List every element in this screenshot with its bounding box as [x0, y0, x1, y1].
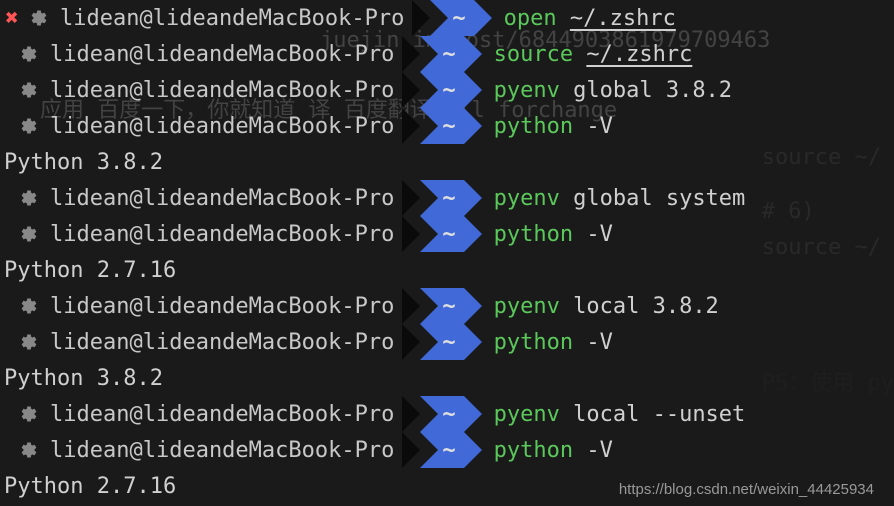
command: python -V	[494, 330, 613, 355]
command-output: Python 2.7.16	[0, 474, 176, 499]
gear-icon	[14, 405, 44, 423]
command-arg: -V	[586, 114, 613, 139]
terminal-output[interactable]: ✖ lidean@lideandeMacBook-Pro ~ open ~/.zshr…	[0, 0, 894, 504]
command-name: python	[494, 114, 573, 139]
command-arg: -V	[586, 222, 613, 247]
terminal-line: ✖ lidean@lideandeMacBook-Pro ~ open ~/.zshr…	[0, 0, 894, 36]
command-arg: global 3.8.2	[573, 78, 732, 103]
prompt-dir: ~	[438, 432, 463, 468]
command-arg: ~/.zshrc	[570, 6, 676, 31]
prompt-dir: ~	[438, 180, 463, 216]
gear-icon	[24, 9, 54, 27]
gear-icon	[14, 333, 44, 351]
gear-icon	[14, 117, 44, 135]
prompt-user-host: lidean@lideandeMacBook-Pro	[50, 186, 394, 211]
command-arg: global system	[573, 186, 745, 211]
prompt-arrow: ~	[402, 288, 463, 324]
command-name: source	[494, 42, 573, 67]
terminal-line: lidean@lideandeMacBook-Pro ~ python -V	[0, 216, 894, 252]
prompt-user-host: lidean@lideandeMacBook-Pro	[50, 222, 394, 247]
prompt-dir: ~	[438, 324, 463, 360]
close-icon: ✖	[2, 6, 22, 31]
command: python -V	[494, 438, 613, 463]
prompt-arrow: ~	[402, 216, 463, 252]
gear-icon	[14, 297, 44, 315]
command-name: pyenv	[494, 402, 560, 427]
command-arg: local --unset	[573, 402, 745, 427]
command: python -V	[494, 222, 613, 247]
prompt-arrow: ~	[402, 432, 463, 468]
prompt-user-host: lidean@lideandeMacBook-Pro	[60, 6, 404, 31]
command: source ~/.zshrc	[494, 42, 693, 67]
prompt-dir: ~	[438, 396, 463, 432]
command-arg: ~/.zshrc	[586, 42, 692, 67]
command-output: Python 3.8.2	[0, 366, 163, 391]
command-name: open	[504, 6, 557, 31]
command-name: python	[494, 330, 573, 355]
prompt-dir: ~	[438, 108, 463, 144]
gear-icon	[14, 189, 44, 207]
gear-icon	[14, 81, 44, 99]
terminal-line: lidean@lideandeMacBook-Pro ~ pyenv local -…	[0, 396, 894, 432]
terminal-line: lidean@lideandeMacBook-Pro ~ python -V	[0, 324, 894, 360]
command: python -V	[494, 114, 613, 139]
gear-icon	[14, 45, 44, 63]
command-name: pyenv	[494, 186, 560, 211]
command-arg: local 3.8.2	[573, 294, 719, 319]
prompt-dir: ~	[438, 216, 463, 252]
prompt-dir: ~	[448, 0, 473, 36]
command-arg: -V	[586, 330, 613, 355]
command: pyenv global 3.8.2	[494, 78, 732, 103]
terminal-line: Python 3.8.2	[0, 144, 894, 180]
command-output: Python 3.8.2	[0, 150, 163, 175]
terminal-line: lidean@lideandeMacBook-Pro ~ python -V	[0, 432, 894, 468]
terminal-line: lidean@lideandeMacBook-Pro ~ pyenv global …	[0, 72, 894, 108]
prompt-user-host: lidean@lideandeMacBook-Pro	[50, 294, 394, 319]
command: open ~/.zshrc	[504, 6, 676, 31]
prompt-user-host: lidean@lideandeMacBook-Pro	[50, 114, 394, 139]
prompt-arrow: ~	[402, 108, 463, 144]
gear-icon	[14, 441, 44, 459]
terminal-line: Python 2.7.16	[0, 252, 894, 288]
prompt-dir: ~	[438, 72, 463, 108]
terminal-line: lidean@lideandeMacBook-Pro ~ source ~/.zsh…	[0, 36, 894, 72]
prompt-dir: ~	[438, 36, 463, 72]
command-name: python	[494, 222, 573, 247]
prompt-dir: ~	[438, 288, 463, 324]
prompt-arrow: ~	[402, 36, 463, 72]
prompt-user-host: lidean@lideandeMacBook-Pro	[50, 402, 394, 427]
command: pyenv local --unset	[494, 402, 746, 427]
terminal-line: Python 3.8.2	[0, 360, 894, 396]
command: pyenv global system	[494, 186, 746, 211]
prompt-arrow: ~	[402, 324, 463, 360]
prompt-arrow: ~	[402, 72, 463, 108]
command-name: python	[494, 438, 573, 463]
command-name: pyenv	[494, 294, 560, 319]
command-output: Python 2.7.16	[0, 258, 176, 283]
prompt-arrow: ~	[402, 396, 463, 432]
prompt-user-host: lidean@lideandeMacBook-Pro	[50, 42, 394, 67]
watermark: https://blog.csdn.net/weixin_44425934	[619, 481, 874, 498]
prompt-user-host: lidean@lideandeMacBook-Pro	[50, 330, 394, 355]
command: pyenv local 3.8.2	[494, 294, 719, 319]
prompt-arrow: ~	[402, 180, 463, 216]
terminal-line: lidean@lideandeMacBook-Pro ~ python -V	[0, 108, 894, 144]
prompt-arrow: ~	[412, 0, 473, 36]
prompt-user-host: lidean@lideandeMacBook-Pro	[50, 78, 394, 103]
command-name: pyenv	[494, 78, 560, 103]
terminal-line: lidean@lideandeMacBook-Pro ~ pyenv global …	[0, 180, 894, 216]
terminal-line: lidean@lideandeMacBook-Pro ~ pyenv local 3…	[0, 288, 894, 324]
command-arg: -V	[586, 438, 613, 463]
prompt-user-host: lidean@lideandeMacBook-Pro	[50, 438, 394, 463]
gear-icon	[14, 225, 44, 243]
